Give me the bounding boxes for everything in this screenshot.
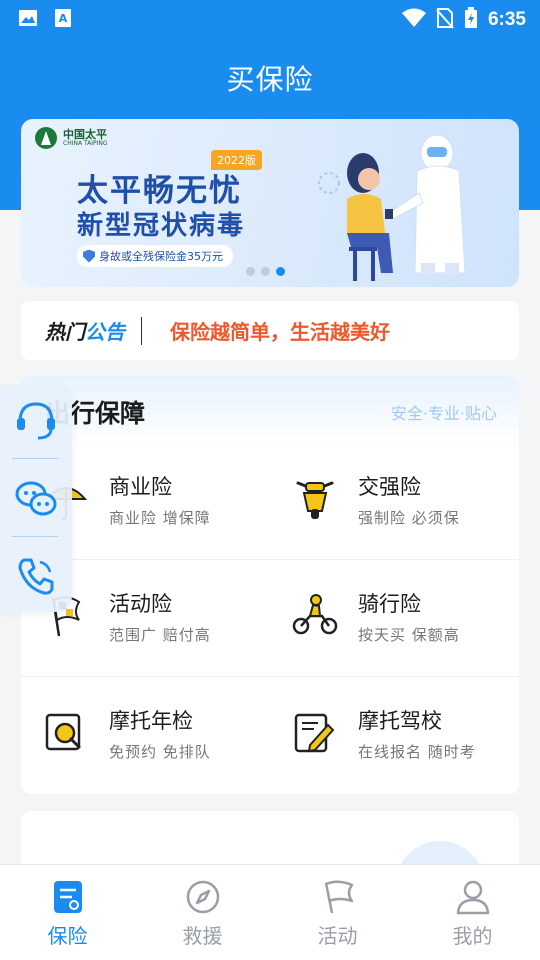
carousel-dot[interactable] <box>246 267 255 276</box>
exam-paper-icon <box>294 713 335 753</box>
service-desc: 在线报名 随时考 <box>358 743 476 761</box>
service-compulsory-insurance[interactable]: 交强险 强制险 必须保 <box>270 443 519 560</box>
scooter-icon <box>296 481 334 519</box>
section-tagline: 安全·专业·贴心 <box>390 404 497 423</box>
brand-logo: 中国太平 CHINA TAIPING <box>35 127 108 149</box>
text-notification-icon: A <box>54 8 72 32</box>
float-divider <box>12 458 58 459</box>
notice-label: 公告 <box>85 320 125 344</box>
announcement-bar[interactable]: 热门公告 保险越简单，生活越美好 <box>21 301 519 360</box>
banner-headline: 太平畅无忧 <box>77 173 242 209</box>
nav-tab-insurance[interactable]: 保险 <box>0 865 135 960</box>
carousel-dot-active[interactable] <box>276 267 285 276</box>
carousel-dot[interactable] <box>261 267 270 276</box>
brand-logo-cn: 中国太平 <box>63 127 107 141</box>
no-sim-icon <box>436 7 454 33</box>
vaccination-illustration <box>318 134 466 281</box>
gallery-notification-icon <box>18 8 38 32</box>
customer-service-icon[interactable] <box>14 398 58 442</box>
nav-label: 保险 <box>47 924 88 948</box>
bottom-navigation: 保险 救援 活动 我的 <box>0 864 540 960</box>
announcement-text[interactable]: 保险越简单，生活越美好 <box>170 316 390 345</box>
service-motorcycle-driving-school[interactable]: 摩托驾校 在线报名 随时考 <box>270 677 519 794</box>
floating-contact-bar <box>0 386 72 612</box>
service-name: 活动险 <box>109 592 172 616</box>
banner-subheadline: 新型冠状病毒 <box>77 211 246 241</box>
service-desc: 按天买 保额高 <box>358 626 460 644</box>
service-riding-insurance[interactable]: 骑行险 按天买 保额高 <box>270 560 519 677</box>
flag-icon <box>324 880 354 914</box>
nav-tab-rescue[interactable]: 救援 <box>135 865 270 960</box>
nav-label: 我的 <box>452 924 493 948</box>
coverage-pill: 身故或全残保险金35万元 <box>77 245 233 267</box>
notice-divider <box>141 316 142 345</box>
service-desc: 免预约 免排队 <box>109 743 211 761</box>
service-desc: 强制险 必须保 <box>358 509 460 527</box>
brand-logo-mark <box>35 127 57 149</box>
brand-logo-en: CHINA TAIPING <box>63 139 108 147</box>
inspection-magnifier-icon <box>45 713 81 751</box>
status-bar: A 6:35 <box>0 0 540 36</box>
svg-text:A: A <box>59 12 68 25</box>
nav-tab-mine[interactable]: 我的 <box>405 865 540 960</box>
float-divider <box>12 536 58 537</box>
motorcycle-rider-icon <box>292 594 338 635</box>
wifi-icon <box>401 8 426 32</box>
compass-icon <box>186 880 220 914</box>
user-icon <box>456 880 490 915</box>
hot-notice-label: 热门公告 <box>45 316 125 345</box>
battery-charging-icon <box>464 7 478 33</box>
chat-icon[interactable] <box>14 476 58 520</box>
service-motorcycle-inspection[interactable]: 摩托年检 免预约 免排队 <box>21 677 270 794</box>
service-desc: 范围广 赔付高 <box>109 626 211 644</box>
clock: 6:35 <box>487 9 526 30</box>
nav-tab-activity[interactable]: 活动 <box>270 865 405 960</box>
coverage-text: 身故或全残保险金35万元 <box>99 250 223 263</box>
service-name: 摩托驾校 <box>358 709 442 733</box>
service-name: 交强险 <box>358 475 421 499</box>
nav-label: 活动 <box>317 924 358 948</box>
insurance-doc-icon <box>54 881 82 913</box>
hot-label: 热门 <box>45 320 85 344</box>
service-name: 商业险 <box>109 475 172 499</box>
service-name: 骑行险 <box>358 592 421 616</box>
page-title: 买保险 <box>226 63 314 96</box>
nav-label: 救援 <box>182 924 223 948</box>
carousel-indicator[interactable] <box>246 267 285 276</box>
shield-icon <box>83 249 95 263</box>
phone-icon[interactable] <box>14 554 58 598</box>
travel-protection-card: 出行保障 安全·专业·贴心 商业险 商业险 增保障 交强险 强制险 必须保 活动… <box>21 376 519 794</box>
service-desc: 商业险 增保障 <box>109 509 211 527</box>
service-name: 摩托年检 <box>109 709 193 733</box>
promo-banner[interactable]: 中国太平 CHINA TAIPING 2022版 太平畅无忧 新型冠状病毒 身故… <box>21 119 519 287</box>
